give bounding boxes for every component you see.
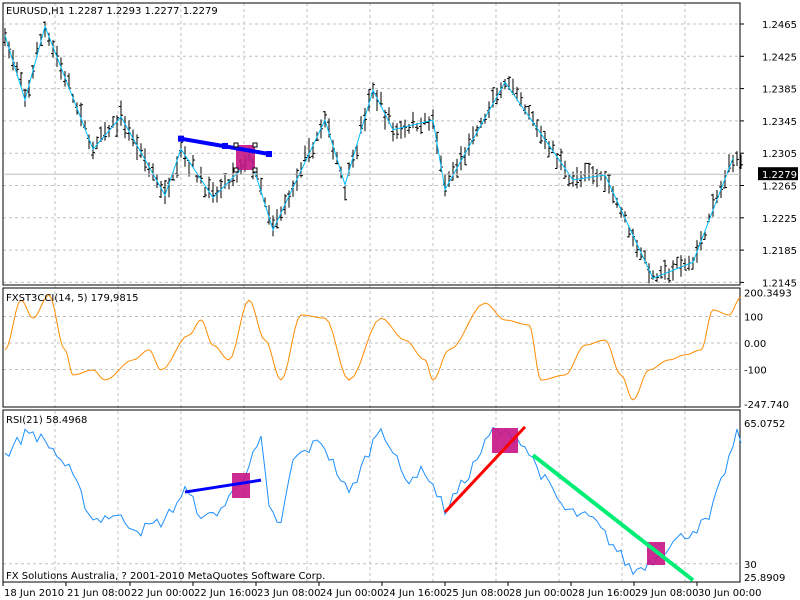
price-bar <box>499 82 503 99</box>
price-bar <box>383 109 387 130</box>
time-label: 28 Jun 16:00 <box>572 588 636 599</box>
main-title: EURUSD,H1 1.2287 1.2293 1.2277 1.2279 <box>6 6 218 17</box>
price-bar <box>419 117 423 135</box>
trendline-rsi-green[interactable] <box>531 453 695 582</box>
price-bar <box>19 71 23 88</box>
axes: 1.24651.24251.23851.23451.23051.22651.22… <box>2 20 798 599</box>
price-bar <box>355 143 359 160</box>
price-bar <box>343 185 347 201</box>
time-label: 24 Jun 16:00 <box>383 588 447 599</box>
time-label: 22 Jun 16:00 <box>194 588 258 599</box>
price-bar <box>659 265 663 279</box>
main-pane[interactable] <box>2 2 741 286</box>
zigzag-line <box>4 24 734 280</box>
selection-handle[interactable] <box>252 167 258 173</box>
current-price-label: 1.2279 <box>762 170 797 181</box>
rsi-line <box>4 426 742 576</box>
price-bar <box>539 125 543 145</box>
price-tick-label: 1.2185 <box>762 246 797 257</box>
cci-tick-label: 0.00 <box>744 339 766 350</box>
price-bar <box>395 123 399 139</box>
price-bar <box>487 101 491 118</box>
time-label: 18 Jun 2010 <box>4 588 64 599</box>
time-label: 30 Jun 00:00 <box>698 588 762 599</box>
price-bar <box>411 111 415 129</box>
price-bars <box>3 21 743 284</box>
price-bar <box>103 122 107 141</box>
price-bar <box>511 78 515 95</box>
price-bar <box>203 187 207 198</box>
price-bar <box>379 91 383 107</box>
cci-tick-label: -100 <box>744 365 767 376</box>
price-tick-label: 1.2225 <box>762 214 797 225</box>
price-bar <box>663 259 667 280</box>
price-bar <box>427 116 431 131</box>
price-bar <box>595 168 599 188</box>
price-bar <box>667 268 671 283</box>
price-tick-label: 1.2345 <box>762 117 797 128</box>
time-label: 29 Jun 08:00 <box>635 588 699 599</box>
time-label: 23 Jun 08:00 <box>257 588 321 599</box>
price-bar <box>399 121 403 139</box>
price-bar <box>207 176 211 199</box>
price-bar <box>735 151 739 166</box>
price-bar <box>683 258 687 271</box>
price-bar <box>3 27 7 47</box>
price-tick-label: 1.2305 <box>762 149 797 160</box>
cci-tick-label: 200.3493 <box>744 289 792 300</box>
rsi-title: RSI(21) 58.4968 <box>6 415 87 426</box>
time-label: 28 Jun 00:00 <box>509 588 573 599</box>
price-bar <box>559 148 563 171</box>
selection-handle[interactable] <box>252 142 258 148</box>
copyright-text: FX Solutions Australia, ? 2001-2010 Meta… <box>6 571 325 582</box>
price-bar <box>527 105 531 120</box>
cci-title: FXST3CCI(14, 5) 179,9815 <box>6 293 138 304</box>
price-tick-label: 1.2425 <box>762 52 797 63</box>
time-label: 24 Jun 00:00 <box>320 588 384 599</box>
price-bar <box>675 256 679 269</box>
rsi-tick-label: 25.8909 <box>744 573 785 584</box>
chart-objects[interactable] <box>178 135 695 582</box>
price-bar <box>403 119 407 138</box>
price-bar <box>391 122 395 142</box>
cci-tick-label: 100 <box>744 313 763 324</box>
cci-line <box>4 294 742 401</box>
rsi-tick-label: 30 <box>744 560 757 571</box>
trendline-handle[interactable] <box>178 135 184 142</box>
cci-tick-label: -247.740 <box>744 400 789 411</box>
price-bar <box>159 181 163 199</box>
price-tick-label: 1.2385 <box>762 85 797 96</box>
trendline-handle[interactable] <box>266 151 272 158</box>
price-bar <box>119 100 123 126</box>
price-bar <box>679 255 683 277</box>
price-bar <box>591 166 595 185</box>
price-bar <box>731 154 735 173</box>
rsi-tick-label: 65.0752 <box>744 419 785 430</box>
price-tick-label: 1.2465 <box>762 20 797 31</box>
cci-pane[interactable] <box>2 287 741 408</box>
selection-handle[interactable] <box>233 142 239 148</box>
trendline-handle[interactable] <box>222 142 228 149</box>
time-label: 22 Jun 00:00 <box>131 588 195 599</box>
trading-chart[interactable]: 1.24651.24251.23851.23451.23051.22651.22… <box>0 0 800 600</box>
price-tick-label: 1.2265 <box>762 182 797 193</box>
price-bar <box>635 239 639 258</box>
time-label: 25 Jun 08:00 <box>446 588 510 599</box>
price-bar <box>423 112 427 125</box>
rsi-pane[interactable] <box>2 409 741 583</box>
selection-handle[interactable] <box>233 167 239 173</box>
price-bar <box>23 88 27 107</box>
time-label: 21 Jun 08:00 <box>67 588 131 599</box>
